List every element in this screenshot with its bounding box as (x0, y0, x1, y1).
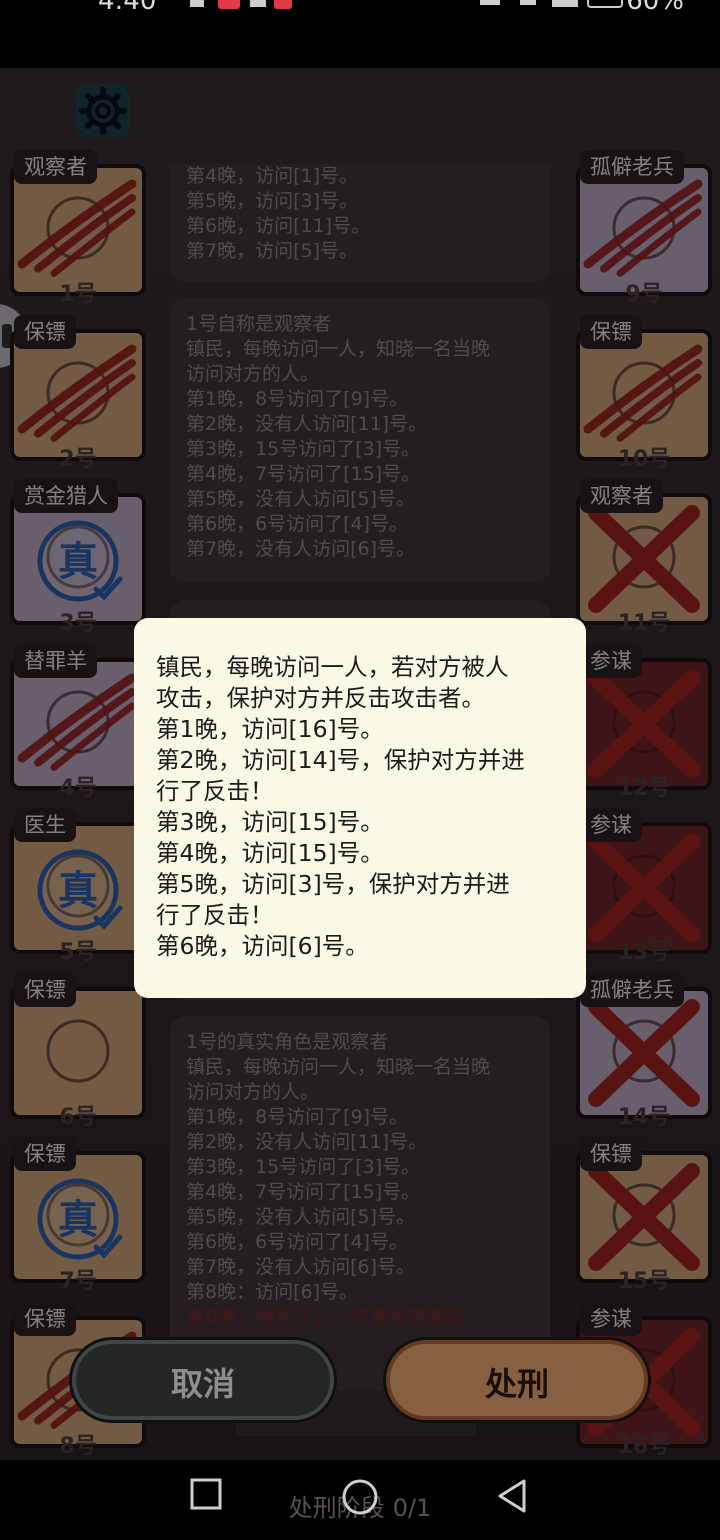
popup-line: 第2晚，访问[14]号，保护对方并进 (156, 746, 525, 774)
status-time: 4:40 (98, 0, 157, 16)
popup-line: 第1晚，访问[16]号。 (156, 715, 384, 743)
popup-line: 第5晚，访问[3]号，保护对方并进 (156, 870, 510, 898)
popup-line: 第6晚，访问[6]号。 (156, 932, 369, 960)
status-bar: 4:40 60% (0, 0, 720, 68)
popup-line: 行了反击！ (156, 777, 274, 805)
popup-line: 攻击，保护对方并反击攻击者。 (156, 684, 485, 712)
popup-line: 第4晚，访问[15]号。 (156, 839, 384, 867)
popup-line: 行了反击！ (156, 901, 274, 929)
back-icon[interactable] (496, 1478, 528, 1514)
battery-percent: 60% (626, 0, 684, 16)
phase-count: 0/1 (392, 1494, 432, 1522)
signal-icons (480, 0, 630, 8)
phase-bar: 处刑阶段 0/1 (0, 1460, 720, 1540)
recent-apps-icon[interactable] (190, 1478, 222, 1512)
notification-icons (190, 0, 310, 9)
popup-line: 第3晚，访问[15]号。 (156, 808, 384, 836)
role-detail-popup: 镇民，每晚访问一人，若对方被人 攻击，保护对方并反击攻击者。 第1晚，访问[16… (134, 618, 586, 998)
popup-line: 镇民，每晚访问一人，若对方被人 (156, 653, 509, 681)
home-icon[interactable] (341, 1478, 379, 1516)
